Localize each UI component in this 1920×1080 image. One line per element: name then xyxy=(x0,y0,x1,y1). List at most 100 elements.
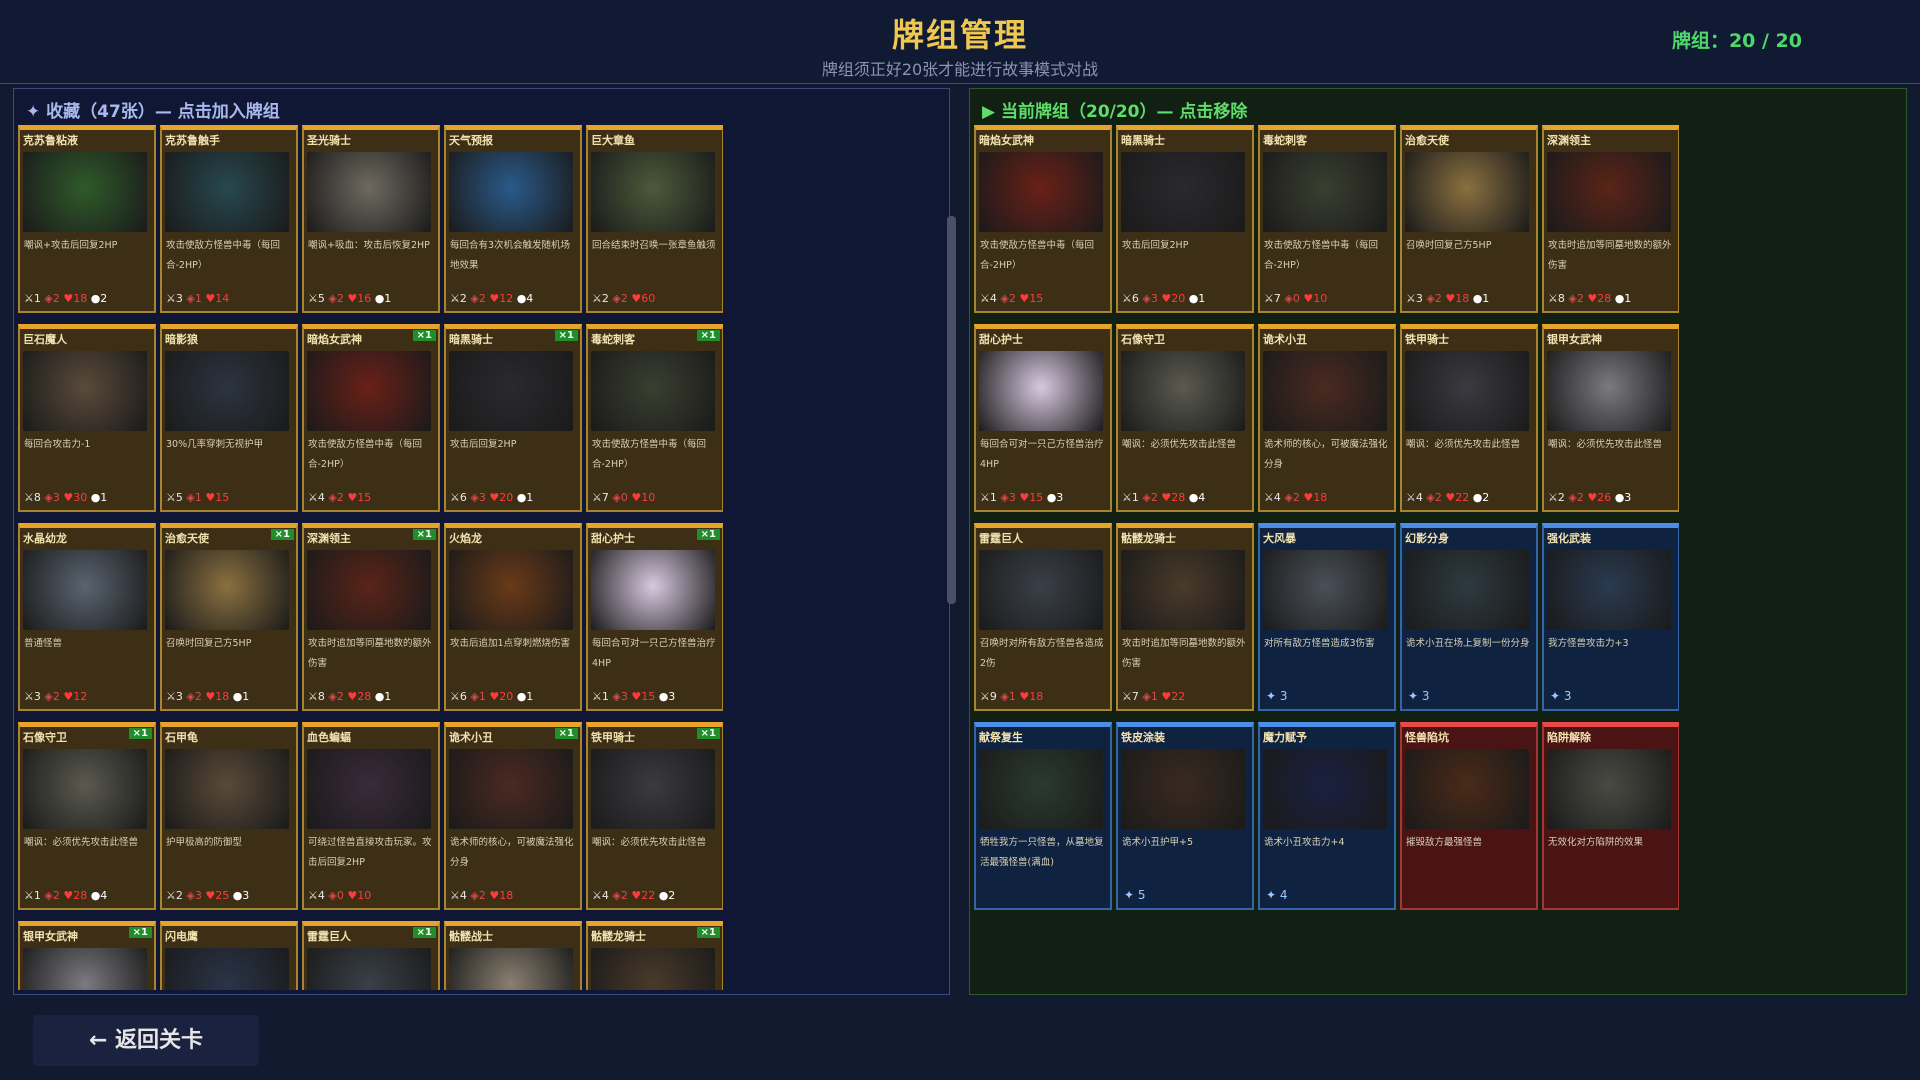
collection-card[interactable]: 水晶幼龙 普通怪兽 ⚔3 ◈2 ♥12 xyxy=(18,523,156,711)
collection-card[interactable]: 深渊领主 ×1 攻击时追加等同墓地数的额外伤害 ⚔8 ◈2 ♥28 ●1 xyxy=(302,523,440,711)
collection-card[interactable]: 骷髅龙骑士 ×1 xyxy=(586,921,723,990)
deck-card[interactable]: 暗黑骑士 攻击后回复2HP ⚔6 ◈3 ♥20 ●1 xyxy=(1116,125,1254,313)
card-stats: ⚔8 ◈3 ♥30 ●1 xyxy=(24,491,107,504)
deck-card[interactable]: 暗焰女武神 攻击使敌方怪兽中毒（每回合-2HP） ⚔4 ◈2 ♥15 xyxy=(974,125,1112,313)
deck-card[interactable]: 深渊领主 攻击时追加等同墓地数的额外伤害 ⚔8 ◈2 ♥28 ●1 xyxy=(1542,125,1679,313)
deck-card[interactable]: 治愈天使 召唤时回复己方5HP ⚔3 ◈2 ♥18 ●1 xyxy=(1400,125,1538,313)
deck-card[interactable]: 陷阱解除 无效化对方陷阱的效果 xyxy=(1542,722,1679,910)
collection-card[interactable]: 暗黑骑士 ×1 攻击后回复2HP ⚔6 ◈3 ♥20 ●1 xyxy=(444,324,582,512)
deck-card[interactable]: 怪兽陷坑摧毁敌方最强怪兽 xyxy=(1400,722,1538,910)
deck-card[interactable]: 毒蛇刺客 攻击使敌方怪兽中毒（每回合-2HP） ⚔7 ◈0 ♥10 xyxy=(1258,125,1396,313)
collection-card[interactable]: 甜心护士 ×1 每回合可对一只己方怪兽治疗4HP ⚔1 ◈3 ♥15 ●3 xyxy=(586,523,723,711)
collection-card[interactable]: 石像守卫 ×1 嘲讽：必须优先攻击此怪兽 ⚔1 ◈2 ♥28 ●4 xyxy=(18,722,156,910)
defense-stat: ◈1 xyxy=(1138,690,1158,703)
card-art xyxy=(23,351,147,431)
card-art xyxy=(307,948,431,990)
collection-card[interactable]: 圣光骑士 嘲讽+吸血：攻击后恢复2HP ⚔5 ◈2 ♥16 ●1 xyxy=(302,125,440,313)
deck-card[interactable]: 铁皮涂装 诡术小丑护甲+5 ✦ 5 xyxy=(1116,722,1254,910)
cost-stat: ●1 xyxy=(87,491,108,504)
defense-stat: ◈2 xyxy=(1564,491,1584,504)
card-count-badge: ×1 xyxy=(270,529,294,540)
collection-card[interactable]: 治愈天使 ×1 召唤时回复己方5HP ⚔3 ◈2 ♥18 ●1 xyxy=(160,523,298,711)
cost-stat: ●2 xyxy=(87,292,108,305)
attack-stat: ⚔2 xyxy=(592,292,609,305)
collection-card[interactable]: 诡术小丑 ×1 诡术师的核心，可被魔法强化分身 ⚔4 ◈2 ♥18 xyxy=(444,722,582,910)
card-description: 诡术师的核心，可被魔法强化分身 xyxy=(1264,439,1388,470)
attack-stat: ⚔4 xyxy=(1406,491,1423,504)
card-name: 巨大章鱼 xyxy=(591,134,635,147)
deck-title: ▶ 当前牌组（20/20）— 点击移除 xyxy=(982,102,1248,122)
hp-stat: ♥15 xyxy=(1015,292,1044,305)
deck-card[interactable]: 幻影分身 诡术小丑在场上复制一份分身 ✦ 3 xyxy=(1400,523,1538,711)
deck-card[interactable]: 诡术小丑 诡术师的核心，可被魔法强化分身 ⚔4 ◈2 ♥18 xyxy=(1258,324,1396,512)
collection-card[interactable]: 银甲女武神 ×1 xyxy=(18,921,156,990)
deck-card[interactable]: 雷霆巨人 召唤时对所有敌方怪兽各造成2伤 ⚔9 ◈1 ♥18 xyxy=(974,523,1112,711)
card-art xyxy=(1547,550,1671,630)
card-art xyxy=(307,351,431,431)
card-count-badge: ×1 xyxy=(696,927,720,938)
card-name: 怪兽陷坑 xyxy=(1405,731,1449,744)
card-description: 摧毁敌方最强怪兽 xyxy=(1406,837,1483,848)
card-name: 暗黑骑士 xyxy=(1121,134,1165,147)
collection-card[interactable]: 血色蝙蝠 可绕过怪兽直接攻击玩家。攻击后回复2HP ⚔4 ◈0 ♥10 xyxy=(302,722,440,910)
defense-stat: ◈2 xyxy=(466,889,486,902)
card-description: 每回合有3次机会触发随机场地效果 xyxy=(450,240,571,271)
card-art xyxy=(1405,749,1529,829)
collection-card[interactable]: 火焰龙 攻击后追加1点穿刺燃烧伤害 ⚔6 ◈1 ♥20 ●1 xyxy=(444,523,582,711)
card-stats: ⚔4 ◈0 ♥10 xyxy=(308,889,371,902)
collection-card[interactable]: 毒蛇刺客 ×1 攻击使敌方怪兽中毒（每回合-2HP） ⚔7 ◈0 ♥10 xyxy=(586,324,723,512)
hp-stat: ♥28 xyxy=(1157,491,1186,504)
card-description: 诡术师的核心，可被魔法强化分身 xyxy=(450,837,574,868)
attack-stat: ⚔2 xyxy=(450,292,467,305)
collection-card[interactable]: 巨石魔人 每回合攻击力-1 ⚔8 ◈3 ♥30 ●1 xyxy=(18,324,156,512)
card-art xyxy=(165,550,289,630)
deck-card[interactable]: 大风暴 对所有敌方怪兽造成3伤害 ✦ 3 xyxy=(1258,523,1396,711)
collection-card[interactable]: 铁甲骑士 ×1 嘲讽：必须优先攻击此怪兽 ⚔4 ◈2 ♥22 ●2 xyxy=(586,722,723,910)
card-description: 嘲讽+吸血：攻击后恢复2HP xyxy=(308,240,430,251)
card-stats: ⚔2 ◈2 ♥60 xyxy=(592,292,655,305)
hp-stat: ♥25 xyxy=(201,889,230,902)
deck-card[interactable]: 强化武装 我方怪兽攻击力+3 ✦ 3 xyxy=(1542,523,1679,711)
collection-card[interactable]: 暗焰女武神 ×1 攻击使敌方怪兽中毒（每回合-2HP） ⚔4 ◈2 ♥15 xyxy=(302,324,440,512)
hp-stat: ♥18 xyxy=(1299,491,1328,504)
deck-card[interactable]: 魔力赋予 诡术小丑攻击力+4 ✦ 4 xyxy=(1258,722,1396,910)
card-description: 攻击后追加1点穿刺燃烧伤害 xyxy=(450,638,571,649)
card-description: 嘲讽：必须优先攻击此怪兽 xyxy=(24,837,139,848)
card-name: 火焰龙 xyxy=(449,532,482,545)
card-art xyxy=(979,152,1103,232)
collection-card[interactable]: 暗影狼 30%几率穿刺无视护甲 ⚔5 ◈1 ♥15 xyxy=(160,324,298,512)
card-description: 诡术小丑护甲+5 xyxy=(1122,837,1194,848)
collection-scrollbar[interactable] xyxy=(947,216,956,604)
card-art xyxy=(165,749,289,829)
attack-stat: ⚔4 xyxy=(1264,491,1281,504)
card-stats: ⚔8 ◈2 ♥28 ●1 xyxy=(308,690,391,703)
collection-card[interactable]: 克苏鲁粘液 嘲讽+攻击后回复2HP ⚔1 ◈2 ♥18 ●2 xyxy=(18,125,156,313)
collection-card[interactable]: 雷霆巨人 ×1 xyxy=(302,921,440,990)
collection-card[interactable]: 天气预报 每回合有3次机会触发随机场地效果 ⚔2 ◈2 ♥12 ●4 xyxy=(444,125,582,313)
collection-card[interactable]: 闪电鹰 xyxy=(160,921,298,990)
deck-card[interactable]: 银甲女武神 嘲讽：必须优先攻击此怪兽 ⚔2 ◈2 ♥26 ●3 xyxy=(1542,324,1679,512)
attack-stat: ⚔3 xyxy=(166,292,183,305)
defense-stat: ◈2 xyxy=(1422,491,1442,504)
collection-card[interactable]: 巨大章鱼 回合结束时召唤一张章鱼触须 ⚔2 ◈2 ♥60 xyxy=(586,125,723,313)
collection-card[interactable]: 石甲龟 护甲极高的防御型 ⚔2 ◈3 ♥25 ●3 xyxy=(160,722,298,910)
card-name: 骷髅龙骑士 xyxy=(591,930,646,943)
card-description: 召唤时对所有敌方怪兽各造成2伤 xyxy=(980,638,1104,669)
deck-card[interactable]: 甜心护士 每回合可对一只己方怪兽治疗4HP ⚔1 ◈3 ♥15 ●3 xyxy=(974,324,1112,512)
deck-card[interactable]: 献祭复生 牺牲我方一只怪兽，从墓地复活最强怪兽(满血) xyxy=(974,722,1112,910)
deck-card[interactable]: 骷髅龙骑士 攻击时追加等同墓地数的额外伤害 ⚔7 ◈1 ♥22 xyxy=(1116,523,1254,711)
card-art xyxy=(1121,152,1245,232)
hp-stat: ♥26 xyxy=(1583,491,1612,504)
defense-stat: ◈2 xyxy=(324,292,344,305)
card-art xyxy=(1547,351,1671,431)
deck-card[interactable]: 石像守卫 嘲讽：必须优先攻击此怪兽 ⚔1 ◈2 ♥28 ●4 xyxy=(1116,324,1254,512)
card-description: 攻击时追加等同墓地数的额外伤害 xyxy=(308,638,432,669)
deck-card[interactable]: 铁甲骑士 嘲讽：必须优先攻击此怪兽 ⚔4 ◈2 ♥22 ●2 xyxy=(1400,324,1538,512)
attack-stat: ⚔1 xyxy=(1122,491,1139,504)
back-button[interactable]: ← 返回关卡 xyxy=(33,1015,259,1066)
card-description: 嘲讽：必须优先攻击此怪兽 xyxy=(1122,439,1237,450)
card-art xyxy=(591,152,715,232)
collection-card[interactable]: 骷髅战士 xyxy=(444,921,582,990)
collection-card[interactable]: 克苏鲁触手 攻击使敌方怪兽中毒（每回合-2HP） ⚔3 ◈1 ♥14 xyxy=(160,125,298,313)
defense-stat: ◈3 xyxy=(182,889,202,902)
